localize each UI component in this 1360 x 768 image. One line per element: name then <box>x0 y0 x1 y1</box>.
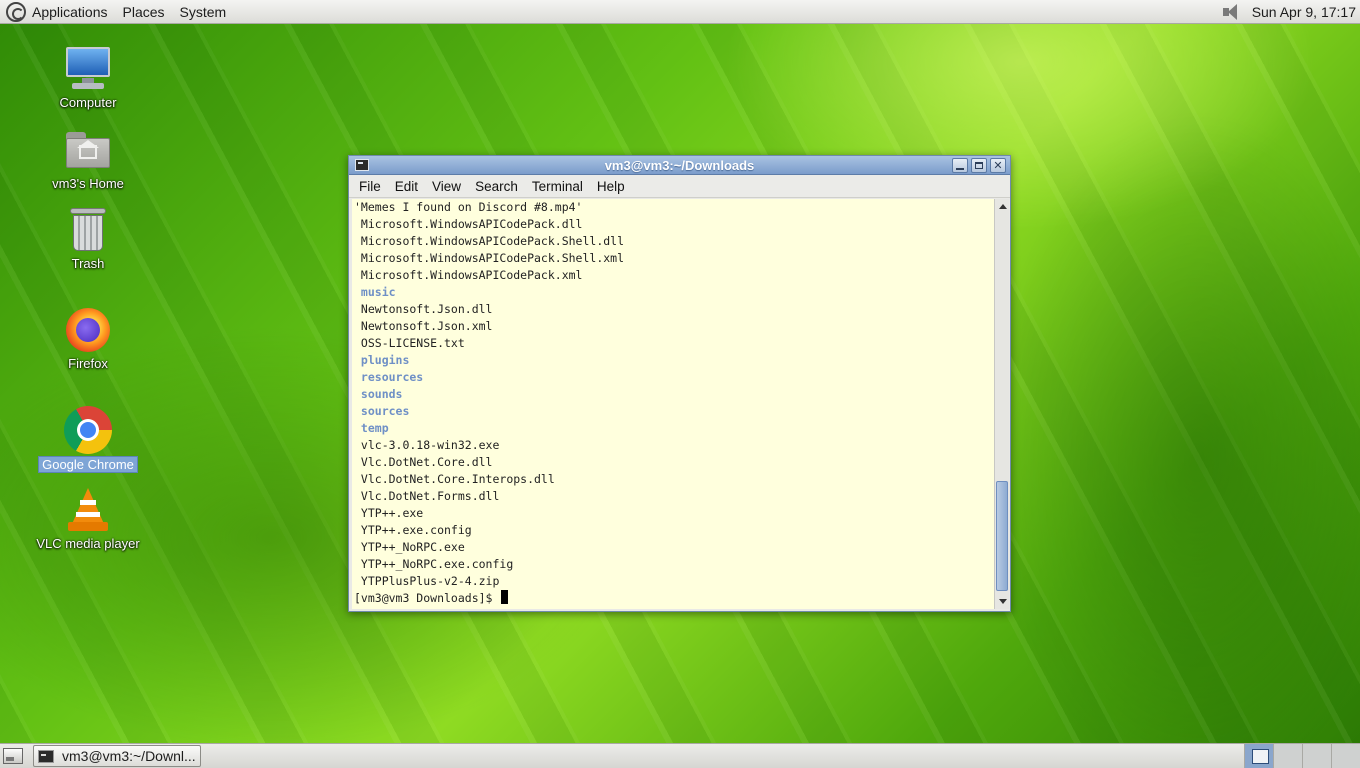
terminal-window: vm3@vm3:~/Downloads ✕ File Edit View Sea… <box>348 155 1011 612</box>
workspace-4[interactable] <box>1331 743 1360 768</box>
desktop-icon-trash[interactable]: Trash <box>33 206 143 271</box>
vlc-icon <box>64 486 112 534</box>
desktop-icon-label: Google Chrome <box>38 456 138 473</box>
menu-places[interactable]: Places <box>123 4 165 20</box>
desktop-icon-firefox[interactable]: Firefox <box>33 306 143 371</box>
terminal-line-file: YTPPlusPlus-v2-4.zip <box>354 574 500 588</box>
terminal-line-directory: plugins <box>354 353 410 367</box>
terminal-icon <box>38 749 54 763</box>
minimize-button[interactable] <box>952 158 968 173</box>
bottom-panel: vm3@vm3:~/Downl... <box>0 743 1360 768</box>
terminal-line-file: Microsoft.WindowsAPICodePack.Shell.xml <box>354 251 625 265</box>
terminal-line-file: Microsoft.WindowsAPICodePack.dll <box>354 217 583 231</box>
terminal-line-file: Microsoft.WindowsAPICodePack.xml <box>354 268 583 282</box>
workspace-2[interactable] <box>1273 743 1302 768</box>
menu-view[interactable]: View <box>425 179 468 194</box>
terminal-line-file: Newtonsoft.Json.xml <box>354 319 493 333</box>
taskbar-label: vm3@vm3:~/Downl... <box>62 748 196 764</box>
taskbar-terminal-button[interactable]: vm3@vm3:~/Downl... <box>33 745 201 767</box>
terminal-scrollbar[interactable] <box>994 199 1009 609</box>
scroll-down-button[interactable] <box>995 594 1010 609</box>
terminal-line-directory: sounds <box>354 387 403 401</box>
menu-search[interactable]: Search <box>468 179 525 194</box>
terminal-line-file: YTP++_NoRPC.exe <box>354 540 465 554</box>
scroll-up-button[interactable] <box>995 199 1010 214</box>
terminal-output[interactable]: 'Memes I found on Discord #8.mp4' Micros… <box>352 199 994 609</box>
scroll-thumb[interactable] <box>996 481 1008 591</box>
show-desktop-icon[interactable] <box>3 748 23 764</box>
terminal-line-directory: sources <box>354 404 410 418</box>
terminal-line-file: Vlc.DotNet.Core.Interops.dll <box>354 472 555 486</box>
terminal-line-file: YTP++_NoRPC.exe.config <box>354 557 514 571</box>
terminal-prompt-line: [vm3@vm3 Downloads]$ <box>354 590 994 607</box>
workspace-3[interactable] <box>1302 743 1331 768</box>
clock[interactable]: Sun Apr 9, 17:17 <box>1252 4 1356 20</box>
desktop-icon-computer[interactable]: Computer <box>33 45 143 110</box>
terminal-line-file: OSS-LICENSE.txt <box>354 336 465 350</box>
maximize-button[interactable] <box>971 158 987 173</box>
home-folder-icon <box>64 126 112 174</box>
workspace-1[interactable] <box>1244 743 1273 768</box>
computer-icon <box>64 45 112 93</box>
window-titlebar[interactable]: vm3@vm3:~/Downloads ✕ <box>349 156 1010 175</box>
terminal-line-directory: music <box>354 285 396 299</box>
terminal-line-file: 'Memes I found on Discord #8.mp4' <box>354 200 583 214</box>
desktop-icon-vlc[interactable]: VLC media player <box>33 486 143 551</box>
maximize-icon <box>975 162 983 169</box>
menu-edit[interactable]: Edit <box>388 179 425 194</box>
terminal-line-file: Vlc.DotNet.Forms.dll <box>354 489 500 503</box>
desktop-icon-label: VLC media player <box>36 536 140 551</box>
top-panel: Applications Places System Sun Apr 9, 17… <box>0 0 1360 24</box>
firefox-icon <box>64 306 112 354</box>
desktop-icon-label: Trash <box>71 256 105 271</box>
menu-help[interactable]: Help <box>590 179 632 194</box>
terminal-line-file: Vlc.DotNet.Core.dll <box>354 455 493 469</box>
desktop-icon-chrome[interactable]: Google Chrome <box>33 406 143 473</box>
arrow-down-icon <box>998 599 1007 604</box>
close-button[interactable]: ✕ <box>990 158 1006 173</box>
arrow-up-icon <box>998 204 1007 209</box>
terminal-line-file: Newtonsoft.Json.dll <box>354 302 493 316</box>
menu-system[interactable]: System <box>180 4 227 20</box>
terminal-line-directory: temp <box>354 421 389 435</box>
terminal-menubar: File Edit View Search Terminal Help <box>349 175 1010 198</box>
terminal-lines: 'Memes I found on Discord #8.mp4' Micros… <box>352 199 994 607</box>
desktop-icon-label: Computer <box>59 95 117 110</box>
workspace-switcher <box>1244 743 1360 768</box>
terminal-cursor <box>501 590 509 604</box>
menu-applications[interactable]: Applications <box>32 4 108 20</box>
panel-tray: Sun Apr 9, 17:17 <box>1220 0 1360 24</box>
terminal-line-directory: resources <box>354 370 424 384</box>
desktop-icon-label: Firefox <box>68 356 108 371</box>
menu-file[interactable]: File <box>349 179 388 194</box>
menu-terminal[interactable]: Terminal <box>525 179 590 194</box>
terminal-line-file: YTP++.exe <box>354 506 424 520</box>
terminal-prompt: [vm3@vm3 Downloads]$ <box>354 591 500 605</box>
trash-icon <box>64 206 112 254</box>
volume-icon[interactable] <box>1220 3 1242 21</box>
window-controls: ✕ <box>952 158 1006 173</box>
gnome-foot-icon[interactable] <box>6 1 26 22</box>
terminal-line-file: Microsoft.WindowsAPICodePack.Shell.dll <box>354 234 625 248</box>
close-icon: ✕ <box>993 159 1003 172</box>
desktop-icon-home[interactable]: vm3's Home <box>33 126 143 191</box>
terminal-line-file: vlc-3.0.18-win32.exe <box>354 438 500 452</box>
chrome-icon <box>64 406 112 454</box>
minimize-icon <box>956 168 964 170</box>
window-title: vm3@vm3:~/Downloads <box>604 157 755 173</box>
desktop-icon-label: vm3's Home <box>52 176 124 191</box>
terminal-line-file: YTP++.exe.config <box>354 523 472 537</box>
